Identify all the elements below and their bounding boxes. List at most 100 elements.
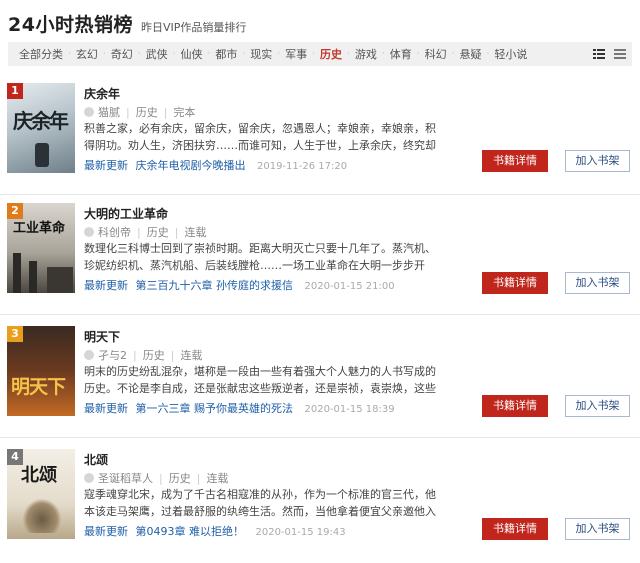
cover-chimney (29, 261, 37, 293)
category-xuanhuan[interactable]: 玄幻 (71, 46, 103, 62)
book-genre[interactable]: 历史 (169, 470, 191, 486)
category-xuanyi[interactable]: 悬疑 (455, 46, 487, 62)
book-item: 4 北颂 北颂 圣诞稻草人 | 历史 | 连载 寇季魂穿北宋，成为了千古名相寇准的从… (0, 441, 640, 561)
book-status: 连载 (206, 472, 229, 485)
latest-chapter-link[interactable]: 第三百九十六章 孙传庭的求援信 (136, 279, 294, 292)
category-tiyu[interactable]: 体育 (385, 46, 417, 62)
update-time: 2020-01-15 21:00 (304, 281, 395, 292)
separator: | (174, 225, 179, 239)
category-xianxia[interactable]: 仙侠 (176, 46, 208, 62)
book-title[interactable]: 北颂 (84, 451, 108, 468)
book-description: 数理化三科博士回到了崇祯时期。距离大明灭亡只要十几年了。蒸汽机、珍妮纺织机、蒸汽… (84, 242, 436, 272)
update-label: 最新更新 (84, 525, 128, 538)
update-label: 最新更新 (84, 402, 128, 415)
book-meta: 猫腻 | 历史 | 完本 (84, 104, 195, 120)
latest-chapter-link[interactable]: 第0493章 难以拒绝！ (136, 525, 245, 538)
cover-chimney (13, 253, 21, 293)
latest-update: 最新更新 第一六三章 赐予你最英雄的死法 2020-01-15 18:39 (84, 400, 395, 416)
latest-update: 最新更新 第三百九十六章 孙传庭的求援信 2020-01-15 21:00 (84, 277, 395, 293)
list-view-icon[interactable] (614, 47, 626, 61)
author-icon (84, 473, 94, 483)
latest-update: 最新更新 庆余年电视剧今晚播出 2019-11-26 17:20 (84, 157, 347, 173)
add-to-shelf-button[interactable]: 加入书架 (565, 272, 630, 294)
cover-title: 明天下 (11, 376, 66, 398)
rank-badge: 3 (7, 326, 23, 342)
book-title[interactable]: 大明的工业革命 (84, 205, 168, 222)
book-genre[interactable]: 历史 (147, 224, 169, 240)
book-status: 连载 (180, 349, 203, 362)
book-detail-button[interactable]: 书籍详情 (482, 272, 548, 294)
author-icon (84, 107, 94, 117)
separator: | (159, 471, 163, 485)
book-title[interactable]: 明天下 (84, 328, 120, 345)
category-youxi[interactable]: 游戏 (350, 46, 382, 62)
book-genre[interactable]: 历史 (143, 347, 165, 363)
book-cover[interactable]: 3 明天下 (7, 326, 75, 416)
grid-view-icon[interactable] (593, 47, 605, 61)
latest-chapter-link[interactable]: 第一六三章 赐予你最英雄的死法 (136, 402, 294, 415)
add-to-shelf-button[interactable]: 加入书架 (565, 395, 630, 417)
page-subtitle: 昨日VIP作品销量排行 (140, 21, 247, 34)
author-icon (84, 350, 94, 360)
cover-title: 北颂 (21, 465, 57, 486)
rank-badge: 2 (7, 203, 23, 219)
book-author[interactable]: 科创帝 (98, 224, 131, 240)
add-to-shelf-button[interactable]: 加入书架 (565, 518, 630, 540)
book-description: 寇季魂穿北宋，成为了千古名相寇准的从孙，作为一个标准的官三代，他本该走马架鹰，过… (84, 488, 436, 518)
book-item: 3 明天下 明天下 孑与2 | 历史 | 连载 明末的历史纷乱混杂，堪称是一段由一些… (0, 318, 640, 438)
book-description: 明末的历史纷乱混杂，堪称是一段由一些有着强大个人魅力的人书写成的历史。不论是李自… (84, 365, 436, 395)
separator: | (196, 471, 201, 485)
book-detail-button[interactable]: 书籍详情 (482, 150, 548, 172)
category-xianshi[interactable]: 现实 (245, 46, 277, 62)
page-header: 24小时热销榜 昨日VIP作品销量排行 (8, 10, 246, 38)
book-cover[interactable]: 1 庆余年 (7, 83, 75, 173)
cover-title: 工业革命 (13, 221, 66, 236)
category-qingxiaoshuo[interactable]: 轻小说 (489, 46, 532, 62)
category-dushi[interactable]: 都市 (210, 46, 242, 62)
book-author[interactable]: 孑与2 (98, 347, 127, 363)
category-filter-bar: 全部分类 · 玄幻 · 奇幻 · 武侠 · 仙侠 · 都市 · 现实 · 军事 · 历史 · 游戏… (8, 42, 632, 66)
update-time: 2020-01-15 19:43 (255, 527, 346, 538)
update-label: 最新更新 (84, 279, 128, 292)
separator: | (163, 105, 168, 119)
cover-factory (47, 267, 73, 293)
update-time: 2020-01-15 18:39 (304, 404, 395, 415)
book-meta: 科创帝 | 历史 | 连载 (84, 224, 206, 240)
category-all[interactable]: 全部分类 (14, 46, 68, 62)
book-meta: 孑与2 | 历史 | 连载 (84, 347, 202, 363)
book-genre[interactable]: 历史 (136, 104, 158, 120)
latest-update: 最新更新 第0493章 难以拒绝！ 2020-01-15 19:43 (84, 523, 346, 539)
cover-title: 庆余年 (13, 109, 69, 133)
category-wuxia[interactable]: 武侠 (141, 46, 173, 62)
book-meta: 圣诞稻草人 | 历史 | 连载 (84, 470, 228, 486)
book-item: 2 工业革命 大明的工业革命 科创帝 | 历史 | 连载 数理化三科博士回到了崇祯时… (0, 195, 640, 315)
book-status: 完本 (173, 106, 196, 119)
view-toggle (593, 47, 626, 61)
category-lishi[interactable]: 历史 (315, 46, 347, 62)
book-title[interactable]: 庆余年 (84, 85, 120, 102)
book-cover[interactable]: 2 工业革命 (7, 203, 75, 293)
book-author[interactable]: 猫腻 (98, 104, 120, 120)
category-kehuan[interactable]: 科幻 (420, 46, 452, 62)
add-to-shelf-button[interactable]: 加入书架 (565, 150, 630, 172)
category-qihuan[interactable]: 奇幻 (106, 46, 138, 62)
latest-chapter-link[interactable]: 庆余年电视剧今晚播出 (136, 159, 246, 172)
cover-figure (23, 499, 61, 533)
separator: | (137, 225, 141, 239)
category-junshi[interactable]: 军事 (280, 46, 312, 62)
update-label: 最新更新 (84, 159, 128, 172)
separator: | (133, 348, 137, 362)
book-detail-button[interactable]: 书籍详情 (482, 395, 548, 417)
page-title: 24小时热销榜 (8, 14, 133, 36)
separator: | (170, 348, 175, 362)
book-author[interactable]: 圣诞稻草人 (98, 470, 153, 486)
book-detail-button[interactable]: 书籍详情 (482, 518, 548, 540)
author-icon (84, 227, 94, 237)
book-description: 积善之家，必有余庆，留余庆，留余庆，忽遇恩人；幸娘亲，幸娘亲，积得阴功。劝人生，… (84, 122, 436, 152)
book-cover[interactable]: 4 北颂 (7, 449, 75, 539)
rank-badge: 4 (7, 449, 23, 465)
cover-figure (35, 143, 49, 167)
book-status: 连载 (184, 226, 207, 239)
update-time: 2019-11-26 17:20 (257, 161, 348, 172)
book-item: 1 庆余年 庆余年 猫腻 | 历史 | 完本 积善之家，必有余庆，留余庆，留余庆，忽… (0, 75, 640, 195)
